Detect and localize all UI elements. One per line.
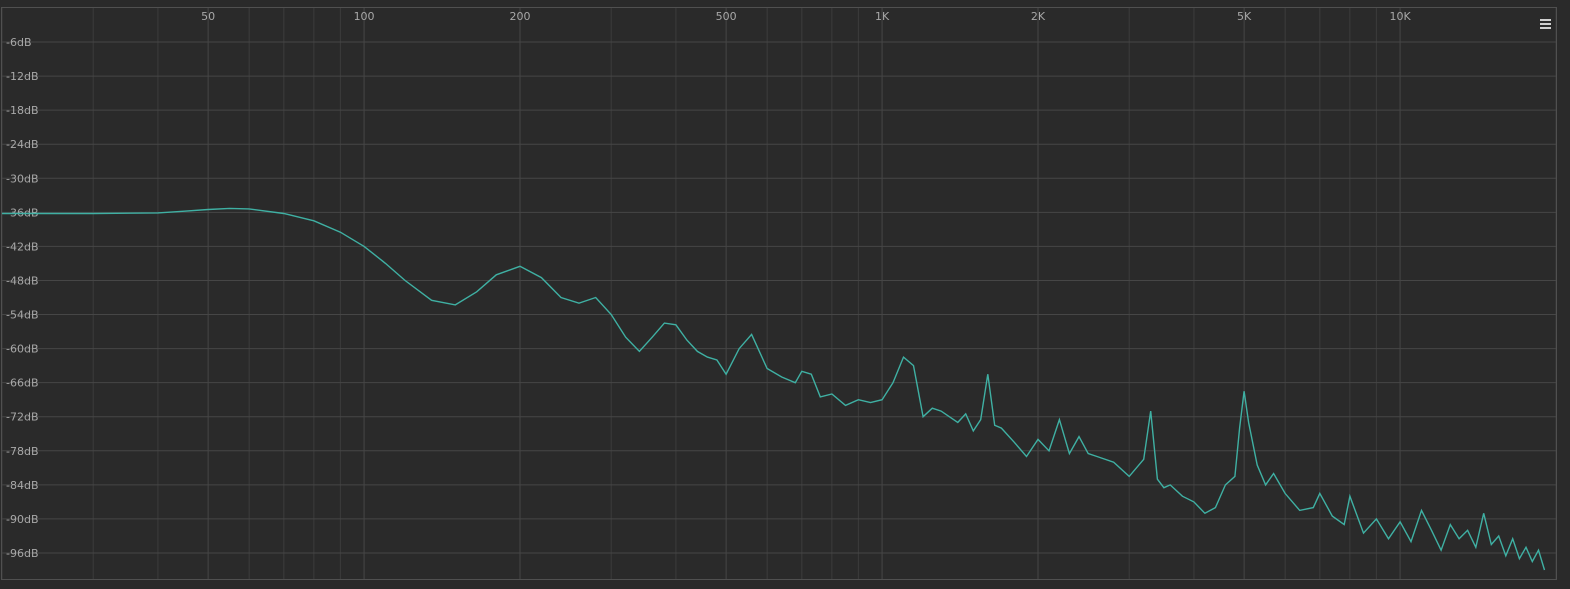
y-tick-label: -42dB <box>6 240 39 253</box>
major-grid <box>2 8 1556 579</box>
spectrum-trace <box>2 207 1546 571</box>
spectrum-plot: 50 100 200 500 1K 2K 5K 10K -6dB -12dB -18dB -24dB… <box>1 8 1557 579</box>
x-tick-label: 500 <box>716 10 737 23</box>
x-tick-label: 50 <box>201 10 215 23</box>
x-tick-label: 5K <box>1237 10 1252 23</box>
hamburger-menu-icon[interactable] <box>1537 17 1553 31</box>
y-tick-label: -96dB <box>6 547 39 560</box>
y-tick-label: -72dB <box>6 411 39 424</box>
y-tick-label: -90dB <box>6 513 39 526</box>
y-tick-label: -66dB <box>6 377 39 390</box>
spectrum-analyzer: 50 100 200 500 1K 2K 5K 10K -6dB -12dB -18dB -24dB… <box>0 0 1570 584</box>
x-axis-labels: 50 100 200 500 1K 2K 5K 10K <box>201 10 1411 23</box>
y-tick-label: -6dB <box>6 36 32 49</box>
x-tick-label: 10K <box>1389 10 1411 23</box>
y-tick-label: -60dB <box>6 343 39 356</box>
x-tick-label: 100 <box>354 10 375 23</box>
x-tick-label: 2K <box>1031 10 1046 23</box>
y-tick-label: -24dB <box>6 138 39 151</box>
y-tick-label: -30dB <box>6 172 39 185</box>
y-tick-label: -48dB <box>6 274 39 287</box>
y-tick-label: -78dB <box>6 445 39 458</box>
y-tick-label: -18dB <box>6 104 39 117</box>
y-tick-label: -12dB <box>6 70 39 83</box>
y-axis-labels: -6dB-12dB-18dB-24dB-30dB-36dB-42dB-48dB-… <box>6 36 39 560</box>
x-tick-label: 200 <box>510 10 531 23</box>
y-tick-label: -84dB <box>6 479 39 492</box>
minor-grid <box>1 8 1557 579</box>
y-tick-label: -54dB <box>6 309 39 322</box>
x-tick-label: 1K <box>875 10 890 23</box>
